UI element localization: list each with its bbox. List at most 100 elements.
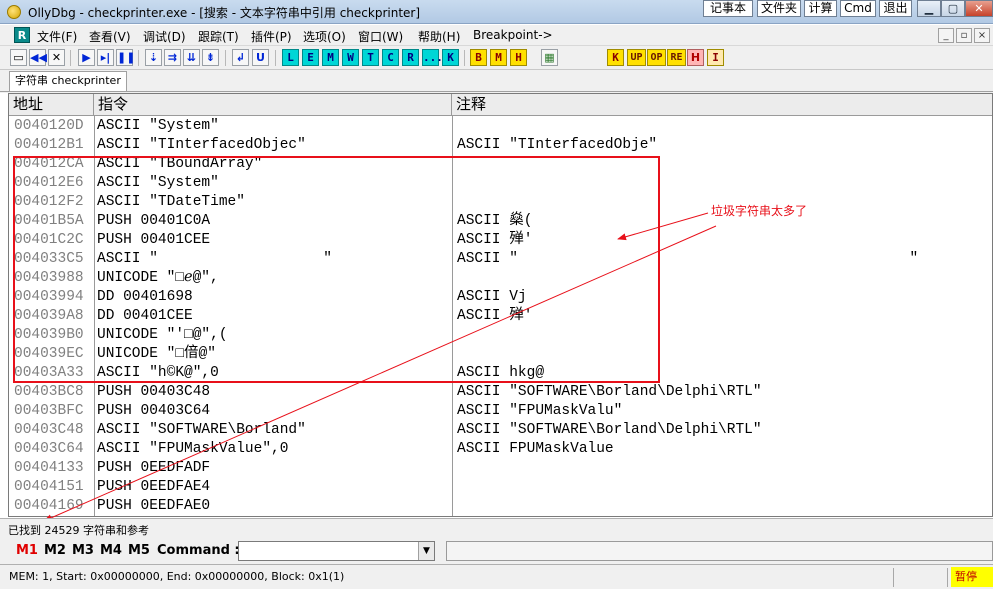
plugin-i-button[interactable]: I	[707, 49, 724, 66]
breakpoints-window-button[interactable]: B	[470, 49, 487, 66]
table-row[interactable]: 004012E6 ASCII "System"	[9, 174, 992, 193]
menu-breakpoint[interactable]: Breakpoint->	[473, 28, 553, 42]
r-mode-icon[interactable]: R	[14, 27, 30, 43]
comment-cell: ASCII Vj	[457, 289, 527, 305]
tab-strings-checkprinter[interactable]: 字符串 checkprinter	[9, 71, 127, 91]
close-process-icon[interactable]: ✕	[48, 49, 65, 66]
call-stack-window-button[interactable]: K	[442, 49, 459, 66]
table-row[interactable]: 004012F2 ASCII "TDateTime"	[9, 193, 992, 212]
instruction-cell: ASCII "System"	[97, 175, 219, 191]
instruction-cell: ASCII " "	[97, 251, 332, 267]
chevron-down-icon[interactable]: ▼	[418, 542, 434, 560]
plugin-up-button[interactable]: UP	[627, 49, 646, 66]
run-trace-window-button[interactable]: ...	[422, 49, 443, 66]
command-bar: M1 M2 M3 M4 M5 Command : ▼	[0, 538, 993, 564]
command-result-field	[446, 541, 993, 561]
step-into-icon[interactable]: ⇣	[145, 49, 162, 66]
plugin-op-button[interactable]: OP	[647, 49, 666, 66]
column-header-comment[interactable]: 注释	[452, 94, 992, 116]
toolbar-separator	[275, 50, 276, 66]
run-thread-icon[interactable]: ▸|	[97, 49, 114, 66]
memory-window-button[interactable]: M	[322, 49, 339, 66]
menu-view[interactable]: 查看(V)	[89, 28, 131, 45]
modules-window-button[interactable]: E	[302, 49, 319, 66]
menu-options[interactable]: 选项(O)	[303, 28, 346, 45]
menu-plugins[interactable]: 插件(P)	[251, 28, 292, 45]
handles-window-button[interactable]: H	[510, 49, 527, 66]
cmd-button[interactable]: Cmd	[840, 0, 876, 17]
calc-button[interactable]: 计算	[804, 0, 837, 17]
menu-bar: R 文件(F) 查看(V) 调试(D) 跟踪(T) 插件(P) 选项(O) 窗口…	[0, 25, 993, 46]
instruction-cell: ASCII "System"	[97, 118, 219, 134]
instruction-cell: PUSH 0EEDFAE4	[97, 479, 211, 495]
window-title: OllyDbg - checkprinter.exe - [搜索 - 文本字符串…	[28, 6, 421, 20]
table-row[interactable]: 00403BFC PUSH 00403C64 ASCII "FPUMaskValu"	[9, 402, 992, 421]
exit-button[interactable]: 退出	[879, 0, 912, 17]
maximize-button[interactable]: ▢	[941, 0, 965, 17]
m5-button[interactable]: M5	[128, 543, 150, 558]
table-row[interactable]: 004039B0 UNICODE "'□@",(	[9, 326, 992, 345]
table-row[interactable]: 00403994 DD 00401698 ASCII Vj	[9, 288, 992, 307]
minimize-button[interactable]: ▁	[917, 0, 941, 17]
restart-icon[interactable]: ◀◀	[29, 49, 47, 66]
trace-over-icon[interactable]: ⇟	[202, 49, 219, 66]
menu-trace[interactable]: 跟踪(T)	[198, 28, 239, 45]
table-row[interactable]: 004033C5 ASCII " " ASCII " "	[9, 250, 992, 269]
cpu-window-button[interactable]: C	[382, 49, 399, 66]
table-row[interactable]: 00403988 UNICODE "□ℯ@",	[9, 269, 992, 288]
table-row[interactable]: 00404133 PUSH 0EEDFADF	[9, 459, 992, 478]
table-row[interactable]: 004039A8 DD 00401CEE ASCII 殚'	[9, 307, 992, 326]
folder-button[interactable]: 文件夹	[757, 0, 801, 17]
mdi-restore-icon[interactable]: ▫	[956, 28, 972, 43]
instruction-cell: PUSH 00401CEE	[97, 232, 211, 248]
table-row[interactable]: 0040120D ASCII "System"	[9, 117, 992, 136]
table-row[interactable]: 00403C48 ASCII "SOFTWARE\Borland" ASCII "S…	[9, 421, 992, 440]
windows-window-button[interactable]: W	[342, 49, 359, 66]
m3-button[interactable]: M3	[72, 543, 94, 558]
run-icon[interactable]: ▶	[78, 49, 95, 66]
plugin-h-button[interactable]: H	[687, 49, 704, 66]
address-cell: 00403BFC	[14, 403, 84, 419]
options-palette-icon[interactable]: ▦	[541, 49, 558, 66]
plugin-k-button[interactable]: K	[607, 49, 624, 66]
command-input[interactable]: ▼	[238, 541, 435, 561]
plugin-re-button[interactable]: RE	[667, 49, 686, 66]
table-row[interactable]: 00403BC8 PUSH 00403C48 ASCII "SOFTWARE\Bor…	[9, 383, 992, 402]
address-cell: 004012CA	[14, 156, 84, 172]
column-header-address[interactable]: 地址	[9, 94, 94, 116]
notepad-button[interactable]: 记事本	[703, 0, 753, 17]
table-row[interactable]: 00401B5A PUSH 00401C0A ASCII 燊(	[9, 212, 992, 231]
m2-button[interactable]: M2	[44, 543, 66, 558]
execute-till-return-icon[interactable]: ↲	[232, 49, 249, 66]
table-row[interactable]: 004012B1 ASCII "TInterfacedObjec" ASCII "T…	[9, 136, 992, 155]
column-header-instruction[interactable]: 指令	[94, 94, 452, 116]
log-window-button[interactable]: L	[282, 49, 299, 66]
table-row[interactable]: 00404151 PUSH 0EEDFAE4	[9, 478, 992, 497]
table-row[interactable]: 004039EC UNICODE "□偣@"	[9, 345, 992, 364]
menu-help[interactable]: 帮助(H)	[418, 28, 460, 45]
menu-window[interactable]: 窗口(W)	[358, 28, 403, 45]
table-row[interactable]: 00404169 PUSH 0EEDFAE0	[9, 497, 992, 516]
mdi-minimize-icon[interactable]: _	[938, 28, 954, 43]
table-row[interactable]: 004012CA ASCII "TBoundArray"	[9, 155, 992, 174]
pause-icon[interactable]: ❚❚	[116, 49, 135, 66]
open-icon[interactable]: ▭	[10, 49, 27, 66]
address-cell: 00404169	[14, 498, 84, 514]
execute-till-user-icon[interactable]: U	[252, 49, 269, 66]
table-row[interactable]: 00401C2C PUSH 00401CEE ASCII 殚'	[9, 231, 992, 250]
instruction-cell: ASCII "TBoundArray"	[97, 156, 263, 172]
threads-window-button[interactable]: T	[362, 49, 379, 66]
m1-button[interactable]: M1	[16, 543, 38, 558]
menu-file[interactable]: 文件(F)	[37, 28, 77, 45]
table-row[interactable]: 00403C64 ASCII "FPUMaskValue",0 ASCII FPUM…	[9, 440, 992, 459]
references-window-button[interactable]: R	[402, 49, 419, 66]
table-row[interactable]: 00403A33 ASCII "h©K@",0 ASCII hkg@	[9, 364, 992, 383]
mdi-close-icon[interactable]: ×	[974, 28, 990, 43]
trace-into-icon[interactable]: ⇊	[183, 49, 200, 66]
toolbar-separator	[464, 50, 465, 66]
memory-map-button[interactable]: M	[490, 49, 507, 66]
m4-button[interactable]: M4	[100, 543, 122, 558]
menu-debug[interactable]: 调试(D)	[143, 28, 186, 45]
step-over-icon[interactable]: ⇉	[164, 49, 181, 66]
close-button[interactable]: ✕	[965, 0, 993, 17]
